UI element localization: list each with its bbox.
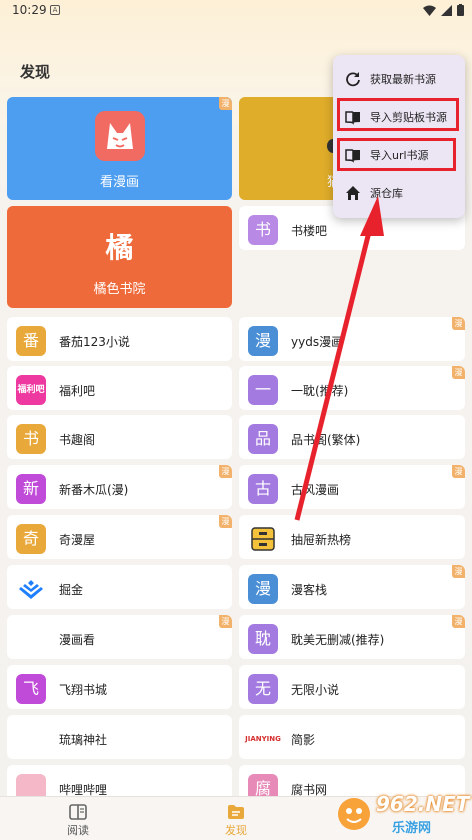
annotation-arrow — [294, 196, 384, 521]
nav-label: 阅读 — [67, 824, 89, 837]
nav-tab-read[interactable]: 阅读 — [38, 797, 118, 840]
watermark: 962.NET 乐游网 — [330, 786, 472, 840]
nav-tab-discover[interactable]: 发现 — [196, 797, 276, 840]
nav-label: 发现 — [225, 824, 247, 837]
watermark-brand: 962.NET — [376, 792, 470, 816]
book-icon — [69, 804, 87, 820]
watermark-sub: 乐游网 — [392, 821, 432, 836]
watermark-logo-icon — [338, 798, 370, 830]
folder-icon — [228, 805, 244, 819]
